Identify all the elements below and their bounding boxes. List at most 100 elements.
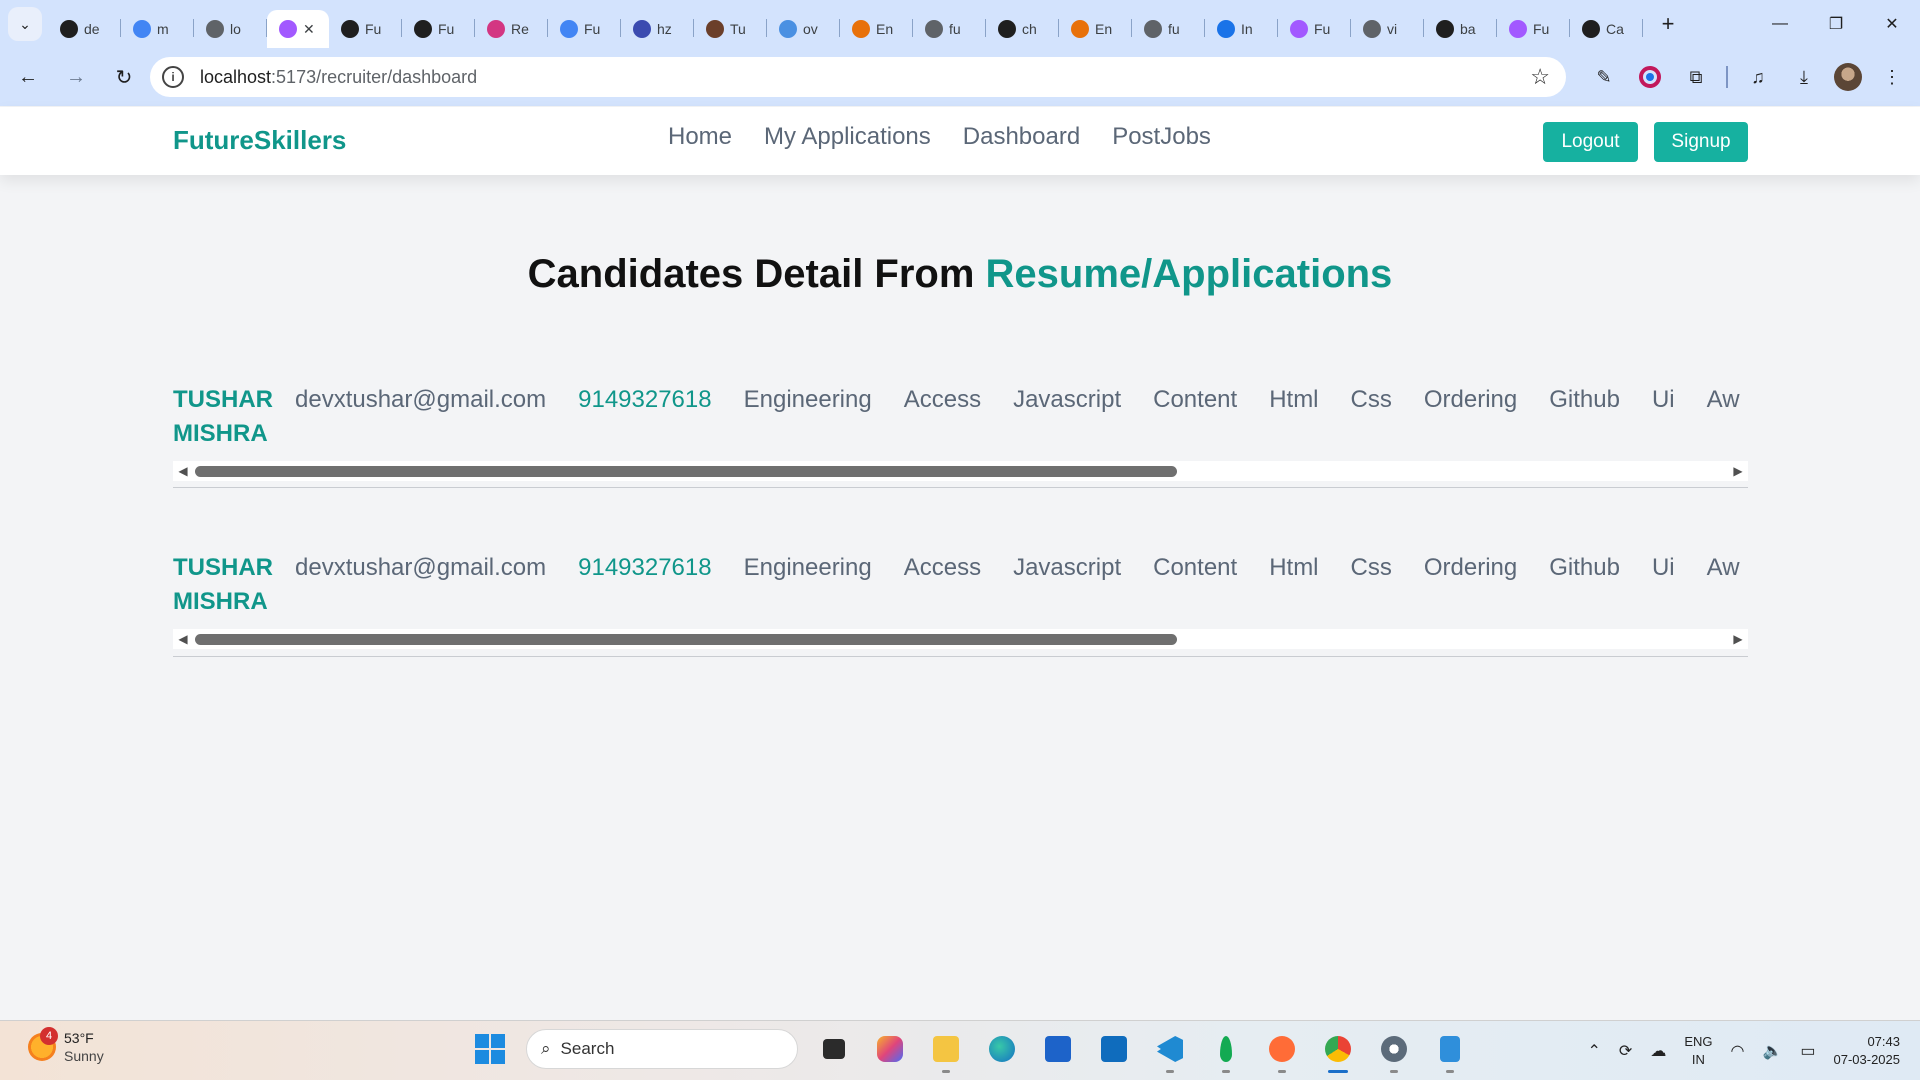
openai-icon xyxy=(1582,20,1600,38)
nav-link-home[interactable]: Home xyxy=(668,123,732,151)
restore-icon[interactable]: ❐ xyxy=(1808,0,1864,48)
settings-icon[interactable] xyxy=(1374,1029,1414,1073)
browser-tab[interactable]: de xyxy=(48,10,121,48)
skill-tag: Engineering xyxy=(743,386,872,413)
nav-link-my-applications[interactable]: My Applications xyxy=(764,123,931,151)
scroll-right-icon[interactable]: ▶ xyxy=(1728,461,1748,481)
browser-tab[interactable]: m xyxy=(121,10,194,48)
tab-close-icon[interactable]: ✕ xyxy=(303,21,315,38)
sync-icon[interactable]: ⟳ xyxy=(1619,1041,1632,1061)
is-icon xyxy=(1217,20,1235,38)
eyedropper-icon[interactable]: ✎ xyxy=(1588,61,1620,93)
language-indicator[interactable]: ENG IN xyxy=(1684,1033,1712,1069)
browser-tab[interactable]: Fu xyxy=(1278,10,1351,48)
forward-button[interactable]: → xyxy=(56,57,96,97)
scroll-left-icon[interactable]: ◀ xyxy=(173,629,193,649)
tab-search-button[interactable]: ⌄ xyxy=(8,7,42,41)
mongodb-icon[interactable] xyxy=(1206,1029,1246,1073)
sun-icon: 4 xyxy=(28,1027,58,1061)
file-explorer-icon[interactable] xyxy=(926,1029,966,1073)
minimize-icon[interactable]: — xyxy=(1752,0,1808,48)
chevron-up-icon[interactable]: ⌃ xyxy=(1588,1041,1601,1061)
browser-tab[interactable]: ov xyxy=(767,10,840,48)
chrome-extension-icon[interactable] xyxy=(1634,61,1666,93)
skill-tag: Html xyxy=(1269,554,1319,581)
browser-tab[interactable]: Re xyxy=(475,10,548,48)
browser-tab[interactable]: vi xyxy=(1351,10,1424,48)
outlook-icon[interactable] xyxy=(1094,1029,1134,1069)
browser-tab[interactable]: ch xyxy=(986,10,1059,48)
browser-tab[interactable]: ba xyxy=(1424,10,1497,48)
address-bar[interactable]: i localhost:5173/recruiter/dashboard ☆ xyxy=(150,57,1566,97)
edge-icon[interactable] xyxy=(982,1029,1022,1069)
nav-link-dashboard[interactable]: Dashboard xyxy=(963,123,1080,151)
tab-title: de xyxy=(84,21,100,37)
notepad-icon[interactable] xyxy=(1430,1029,1470,1073)
row-divider xyxy=(173,656,1748,657)
scrollbar-thumb[interactable] xyxy=(195,466,1177,477)
postman-icon[interactable] xyxy=(1262,1029,1302,1073)
skill-tag: Javascript xyxy=(1013,554,1122,581)
signup-button[interactable]: Signup xyxy=(1654,122,1748,162)
browser-tab[interactable]: En xyxy=(1059,10,1132,48)
start-button[interactable] xyxy=(470,1029,510,1069)
vite-icon xyxy=(1509,20,1527,38)
language-code: ENG xyxy=(1684,1034,1713,1049)
horizontal-scrollbar[interactable]: ◀ ▶ xyxy=(173,461,1748,481)
back-button[interactable]: ← xyxy=(8,57,48,97)
browser-tab[interactable]: fu xyxy=(913,10,986,48)
media-control-icon[interactable]: ♫ xyxy=(1742,61,1774,93)
weather-temp: 53°F xyxy=(64,1030,94,1046)
browser-tab[interactable]: Fu xyxy=(548,10,621,48)
browser-tab[interactable]: En xyxy=(840,10,913,48)
store-icon[interactable] xyxy=(1038,1029,1078,1069)
bookmark-star-icon[interactable]: ☆ xyxy=(1530,64,1550,90)
cloud-icon xyxy=(633,20,651,38)
profile-avatar[interactable] xyxy=(1834,63,1862,91)
nav-link-postjobs[interactable]: PostJobs xyxy=(1112,123,1211,151)
globe-icon xyxy=(925,20,943,38)
horizontal-scrollbar[interactable]: ◀ ▶ xyxy=(173,629,1748,649)
taskbar-search[interactable]: ⌕ Search xyxy=(526,1029,798,1069)
site-info-icon[interactable]: i xyxy=(162,66,184,88)
task-view-icon[interactable] xyxy=(814,1029,854,1069)
brand-logo[interactable]: FutureSkillers xyxy=(173,125,346,156)
url-host: localhost xyxy=(200,66,272,87)
browser-tab[interactable]: Fu xyxy=(329,10,402,48)
battery-icon[interactable]: ▭ xyxy=(1800,1041,1815,1061)
new-tab-button[interactable]: + xyxy=(1653,9,1683,39)
candidate-row-content: TUSHAR MISHRA devxtushar@gmail.com 91493… xyxy=(173,551,1748,633)
browser-tab[interactable]: In xyxy=(1205,10,1278,48)
chrome-taskbar-icon[interactable] xyxy=(1318,1029,1358,1073)
browser-tab[interactable]: Fu xyxy=(1497,10,1570,48)
tab-title: Fu xyxy=(1314,21,1331,37)
copilot-icon[interactable] xyxy=(870,1029,910,1069)
browser-tab[interactable]: ✕ xyxy=(267,10,329,48)
browser-tab[interactable]: Tu xyxy=(694,10,767,48)
close-icon[interactable]: ✕ xyxy=(1864,0,1920,48)
browser-tab[interactable]: Fu xyxy=(402,10,475,48)
clock[interactable]: 07:43 07-03-2025 xyxy=(1834,1033,1901,1069)
vscode-icon[interactable] xyxy=(1150,1029,1190,1073)
browser-tab[interactable]: Ca xyxy=(1570,10,1643,48)
skill-tag: Html xyxy=(1269,386,1319,413)
puzzle-icon[interactable]: ⧉ xyxy=(1680,61,1712,93)
download-icon[interactable]: ⤓ xyxy=(1788,61,1820,93)
scrollbar-thumb[interactable] xyxy=(195,634,1177,645)
browser-tab[interactable]: hz xyxy=(621,10,694,48)
weather-widget[interactable]: 4 53°F Sunny xyxy=(28,1027,104,1065)
tab-title: vi xyxy=(1387,21,1398,37)
volume-icon[interactable]: 🔈 xyxy=(1762,1041,1782,1061)
scroll-left-icon[interactable]: ◀ xyxy=(173,461,193,481)
logout-button[interactable]: Logout xyxy=(1543,122,1638,162)
scroll-right-icon[interactable]: ▶ xyxy=(1728,629,1748,649)
kebab-menu-icon[interactable]: ⋮ xyxy=(1876,61,1908,93)
taskbar-search-label: Search xyxy=(560,1039,615,1058)
tab-list: de m lo ✕ Fu Fu Re Fu hz Tu ov En fu ch En fu In Fu vi ba Fu… xyxy=(48,0,1643,48)
wifi-icon[interactable]: ◠ xyxy=(1730,1041,1744,1061)
url-text[interactable]: localhost:5173/recruiter/dashboard xyxy=(200,67,477,88)
browser-tab[interactable]: fu xyxy=(1132,10,1205,48)
browser-tab[interactable]: lo xyxy=(194,10,267,48)
reload-button[interactable]: ↻ xyxy=(104,57,144,97)
onedrive-icon[interactable]: ☁ xyxy=(1650,1041,1666,1061)
